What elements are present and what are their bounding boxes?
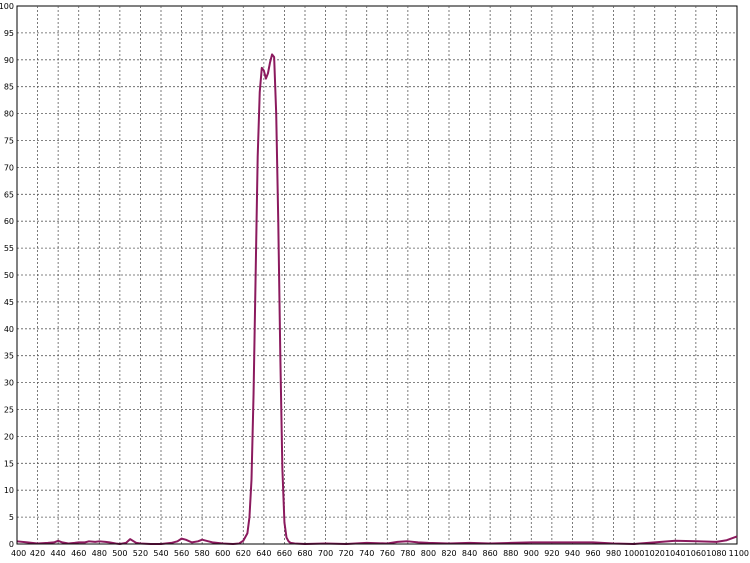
y-tick-label: 75 xyxy=(4,137,14,146)
y-tick-label: 55 xyxy=(4,244,14,253)
x-tick-label: 520 xyxy=(133,549,148,558)
x-tick-label: 1100 xyxy=(729,549,749,558)
x-tick-label: 480 xyxy=(92,549,107,558)
x-tick-label: 1020 xyxy=(645,549,665,558)
spectrum-chart: 0 5 10 15 20 25 30 35 40 45 50 55 60 65 70 75 80 85 90 95 10… xyxy=(0,2,749,558)
x-tick-label: 440 xyxy=(51,549,66,558)
y-tick-label: 25 xyxy=(4,406,14,415)
y-tick-label: 5 xyxy=(9,513,14,522)
x-tick-label: 920 xyxy=(544,549,559,558)
x-tick-label: 980 xyxy=(606,549,621,558)
y-axis-ticks: 0 5 10 15 20 25 30 35 40 45 50 55 60 65 70 75 80 85 90 95 10… xyxy=(0,2,14,549)
x-tick-label: 820 xyxy=(441,549,456,558)
x-axis-ticks: 400 420 440 460 480 500 520 540 560 580 600 620 640 6… xyxy=(11,549,749,558)
x-tick-label: 860 xyxy=(483,549,498,558)
y-tick-label: 30 xyxy=(4,379,14,388)
y-tick-label: 70 xyxy=(4,163,14,172)
y-tick-label: 50 xyxy=(4,271,14,280)
x-tick-label: 940 xyxy=(565,549,580,558)
x-tick-label: 540 xyxy=(153,549,168,558)
y-tick-label: 0 xyxy=(9,540,14,549)
y-tick-label: 10 xyxy=(4,486,14,495)
y-tick-label: 85 xyxy=(4,83,14,92)
x-tick-label: 840 xyxy=(462,549,477,558)
x-tick-label: 660 xyxy=(277,549,292,558)
y-tick-label: 65 xyxy=(4,190,14,199)
x-tick-label: 460 xyxy=(71,549,86,558)
x-tick-label: 720 xyxy=(339,549,354,558)
x-tick-label: 680 xyxy=(297,549,312,558)
grid-lines xyxy=(17,6,737,544)
y-tick-label: 90 xyxy=(4,56,14,65)
y-tick-label: 95 xyxy=(4,29,14,38)
y-tick-label: 100 xyxy=(0,2,14,11)
x-tick-label: 640 xyxy=(256,549,271,558)
x-tick-label: 1060 xyxy=(686,549,706,558)
x-tick-label: 500 xyxy=(112,549,127,558)
x-tick-label: 560 xyxy=(174,549,189,558)
x-tick-label: 620 xyxy=(236,549,251,558)
x-tick-label: 1000 xyxy=(624,549,644,558)
x-tick-label: 600 xyxy=(215,549,230,558)
x-tick-label: 780 xyxy=(400,549,415,558)
x-tick-label: 700 xyxy=(318,549,333,558)
x-tick-label: 1040 xyxy=(665,549,685,558)
y-tick-label: 40 xyxy=(4,325,14,334)
x-tick-label: 1080 xyxy=(706,549,726,558)
x-tick-label: 900 xyxy=(524,549,539,558)
x-tick-label: 800 xyxy=(421,549,436,558)
x-tick-label: 760 xyxy=(380,549,395,558)
y-tick-label: 20 xyxy=(4,432,14,441)
x-tick-label: 960 xyxy=(585,549,600,558)
y-tick-label: 80 xyxy=(4,110,14,119)
x-tick-label: 580 xyxy=(195,549,210,558)
y-tick-label: 15 xyxy=(4,459,14,468)
x-tick-label: 420 xyxy=(30,549,45,558)
y-tick-label: 60 xyxy=(4,217,14,226)
y-tick-label: 45 xyxy=(4,298,14,307)
x-tick-label: 400 xyxy=(11,549,26,558)
x-tick-label: 740 xyxy=(359,549,374,558)
y-tick-label: 35 xyxy=(4,352,14,361)
x-tick-label: 880 xyxy=(503,549,518,558)
